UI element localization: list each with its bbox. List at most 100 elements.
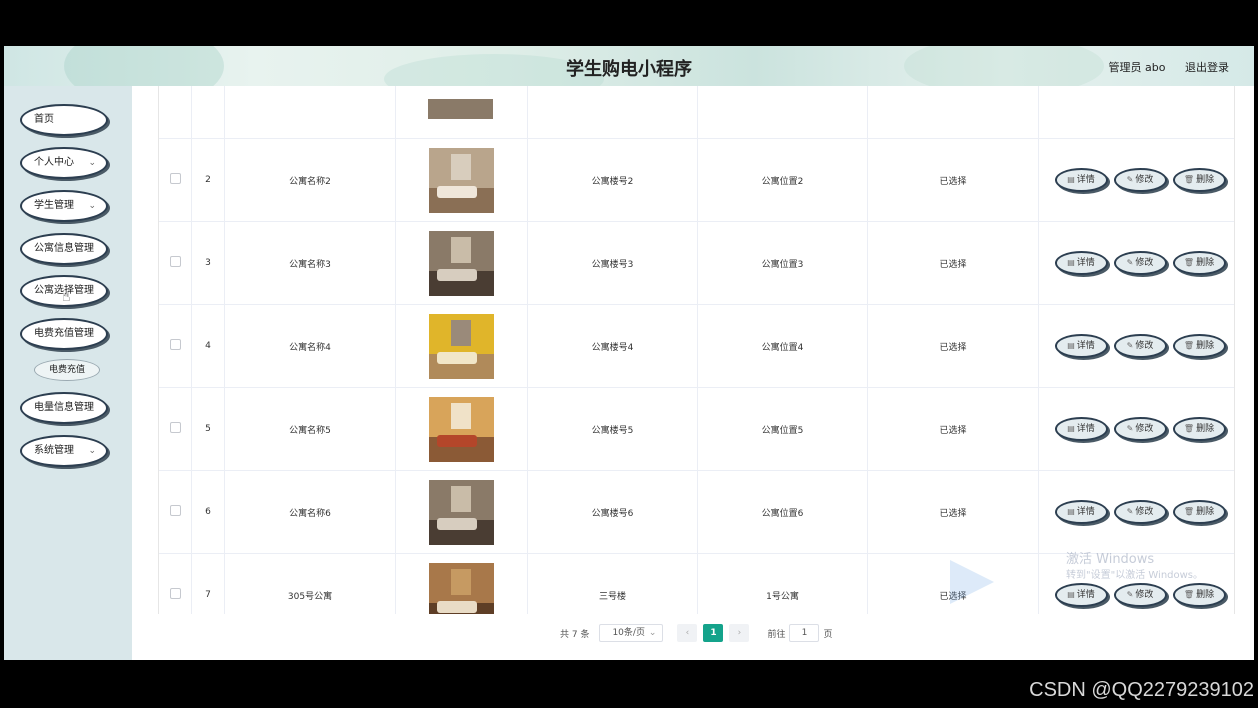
detail-label: 详情 [1076,590,1095,600]
detail-button[interactable]: ▤ 详情 [1054,334,1108,358]
edit-button[interactable]: ✎ 修改 [1113,417,1167,441]
current-user: 管理员 abo [1108,61,1166,74]
row-checkbox[interactable] [169,339,181,350]
sidebar-item-label: 学生管理 [34,200,74,211]
apartment-image[interactable] [429,396,494,462]
cell-index: 6 [191,470,225,554]
sidebar-item-label: 电量信息管理 [34,402,94,413]
delete-button[interactable]: 🗑 删除 [1172,251,1226,275]
delete-label: 删除 [1196,507,1215,517]
cell-actions: ▤ 详情 ✎ 修改 🗑 删除 [1038,470,1234,554]
detail-button[interactable]: ▤ 详情 [1054,417,1108,441]
page-number-current[interactable]: 1 [703,624,724,642]
logout-link[interactable]: 退出登录 [1185,61,1229,74]
cell-building: 三号楼 [527,553,698,614]
prev-page-button[interactable]: ‹ [677,624,698,642]
cell-apartment-name: 公寓名称3 [224,221,396,305]
table-row [159,86,1234,139]
page-size-value: 10条/页 [612,628,645,638]
sidebar-item-home[interactable]: 首页 [20,104,108,136]
row-checkbox[interactable] [169,505,181,516]
detail-label: 详情 [1076,424,1095,434]
table-row: 6 公寓名称6 公寓楼号6 公寓位置6 已选择 ▤ 详情 ✎ 修改 🗑 删除 [159,470,1234,554]
edit-icon: ✎ [1126,258,1134,267]
apartment-image[interactable] [429,313,494,379]
trash-icon: 🗑 [1183,507,1195,516]
cell-apartment-name: 公寓名称2 [224,138,396,222]
cell [527,86,698,139]
cell-location: 公寓位置2 [697,138,868,222]
sidebar-item-students[interactable]: 学生管理 ⌄ [20,190,108,222]
row-checkbox[interactable] [169,588,181,599]
detail-button[interactable]: ▤ 详情 [1054,251,1108,275]
cell-image [395,221,528,305]
sidebar-subitem-recharge[interactable]: 电费充值 [34,359,100,381]
edit-label: 修改 [1135,424,1154,434]
detail-button[interactable]: ▤ 详情 [1054,583,1108,607]
detail-label: 详情 [1076,258,1095,268]
document-icon: ▤ [1067,341,1075,350]
document-icon: ▤ [1067,507,1075,516]
detail-button[interactable]: ▤ 详情 [1054,168,1108,192]
row-checkbox[interactable] [169,173,181,184]
cell-actions: ▤ 详情 ✎ 修改 🗑 删除 [1038,387,1234,471]
delete-label: 删除 [1196,424,1215,434]
cell-building: 公寓楼号2 [527,138,698,222]
goto-suffix: 页 [823,629,833,640]
table-row: 2 公寓名称2 公寓楼号2 公寓位置2 已选择 ▤ 详情 ✎ 修改 🗑 删除 [159,138,1234,222]
cell-building: 公寓楼号3 [527,221,698,305]
edit-button[interactable]: ✎ 修改 [1113,583,1167,607]
cell-location: 公寓位置4 [697,304,868,388]
cell-location: 公寓位置3 [697,221,868,305]
delete-button[interactable]: 🗑 删除 [1172,500,1226,524]
cell-building: 公寓楼号4 [527,304,698,388]
app-title: 学生购电小程序 [566,59,692,80]
detail-label: 详情 [1076,341,1095,351]
sidebar-item-system[interactable]: 系统管理 ⌄ [20,435,108,467]
cell-building: 公寓楼号5 [527,387,698,471]
edit-button[interactable]: ✎ 修改 [1113,334,1167,358]
edit-button[interactable]: ✎ 修改 [1113,500,1167,524]
document-icon: ▤ [1067,258,1075,267]
edit-icon: ✎ [1126,424,1134,433]
trash-icon: 🗑 [1183,175,1195,184]
sidebar-item-label: 首页 [34,114,54,125]
hand-cursor-icon: ☝ [62,289,71,305]
sidebar-item-profile[interactable]: 个人中心 ⌄ [20,147,108,179]
delete-button[interactable]: 🗑 删除 [1172,168,1226,192]
sidebar-item-label: 公寓信息管理 [34,243,94,254]
cell-status: 已选择 [867,138,1039,222]
cell-index: 3 [191,221,225,305]
cell-building: 公寓楼号6 [527,470,698,554]
sidebar-item-electricity[interactable]: 电量信息管理 [20,392,108,424]
windows-activation-watermark: 激活 Windows 转到"设置"以激活 Windows。 [1066,552,1203,584]
sidebar-item-apartment-info[interactable]: 公寓信息管理 [20,233,108,265]
sidebar-item-recharge[interactable]: 电费充值管理 [20,318,108,350]
apartment-image[interactable] [429,562,494,614]
apartment-image[interactable] [429,147,494,213]
chevron-down-icon: ⌄ [88,158,96,168]
delete-button[interactable]: 🗑 删除 [1172,583,1226,607]
goto-prefix: 前往 [767,629,786,640]
sidebar-item-label: 个人中心 [34,157,74,168]
row-checkbox[interactable] [169,422,181,433]
edit-button[interactable]: ✎ 修改 [1113,251,1167,275]
apartment-image[interactable] [429,230,494,296]
cell [1038,86,1234,139]
watermark-line2: 转到"设置"以激活 Windows。 [1066,570,1204,581]
delete-button[interactable]: 🗑 删除 [1172,334,1226,358]
row-checkbox[interactable] [169,256,181,267]
next-page-button[interactable]: › [729,624,750,642]
sidebar-item-label: 系统管理 [34,445,74,456]
detail-button[interactable]: ▤ 详情 [1054,500,1108,524]
delete-button[interactable]: 🗑 删除 [1172,417,1226,441]
trash-icon: 🗑 [1183,258,1195,267]
edit-button[interactable]: ✎ 修改 [1113,168,1167,192]
goto-page-input[interactable]: 1 [789,624,820,642]
page-size-select[interactable]: 10条/页 ⌄ [599,624,664,642]
apartment-image[interactable] [429,479,494,545]
edit-label: 修改 [1135,175,1154,185]
cell-apartment-name: 公寓名称6 [224,470,396,554]
top-header: 学生购电小程序 管理员 abo 退出登录 [4,46,1254,86]
cell-actions: ▤ 详情 ✎ 修改 🗑 删除 [1038,221,1234,305]
